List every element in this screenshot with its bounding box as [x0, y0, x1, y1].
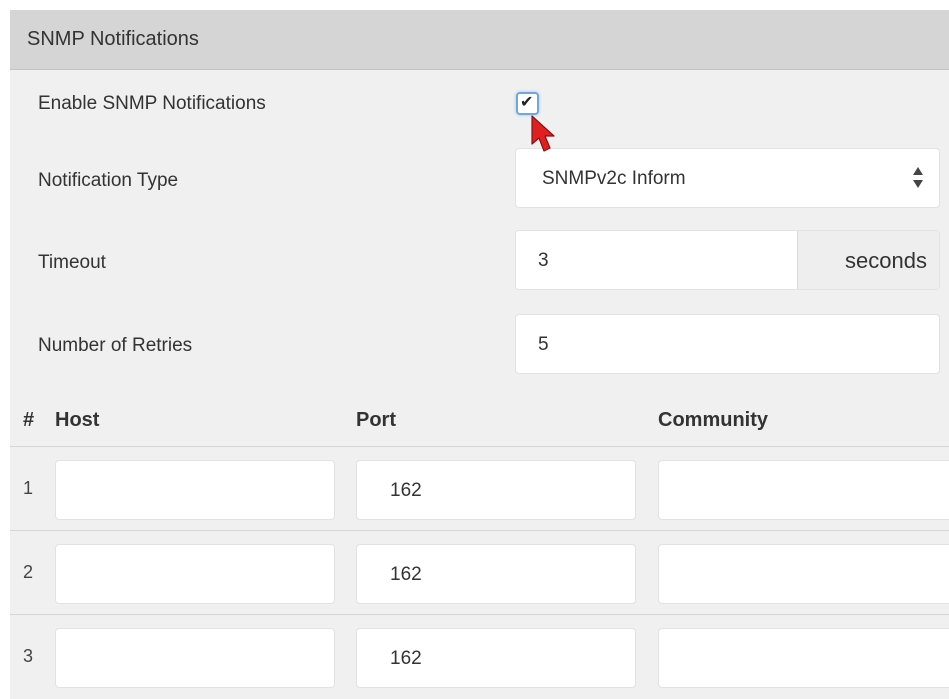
panel-header: SNMP Notifications — [10, 10, 949, 70]
host-input[interactable] — [55, 628, 335, 688]
port-input[interactable]: 162 — [356, 628, 636, 688]
community-input[interactable] — [658, 544, 949, 604]
port-input[interactable]: 162 — [356, 544, 636, 604]
community-input[interactable] — [658, 628, 949, 688]
retries-label: Number of Retries — [38, 335, 193, 356]
enable-snmp-checkbox[interactable]: ✔ — [516, 92, 539, 115]
column-header-community: Community — [658, 409, 768, 431]
retries-value: 5 — [538, 334, 549, 355]
column-header-host: Host — [55, 409, 100, 431]
community-input[interactable] — [658, 460, 949, 520]
timeout-unit-addon: seconds — [797, 231, 939, 289]
check-icon: ✔ — [520, 94, 534, 111]
retries-input[interactable]: 5 — [515, 314, 940, 374]
table-row: 3 162 — [10, 615, 949, 699]
timeout-value: 3 — [538, 250, 549, 271]
enable-snmp-label: Enable SNMP Notifications — [38, 93, 266, 114]
port-value: 162 — [390, 480, 422, 501]
table-row: 2 162 — [10, 531, 949, 615]
host-input[interactable] — [55, 460, 335, 520]
row-number: 1 — [23, 478, 34, 498]
port-value: 162 — [390, 564, 422, 585]
notification-type-label: Notification Type — [38, 170, 179, 191]
notification-type-select[interactable]: SNMPv2c Inform — [515, 148, 940, 208]
column-header-num: # — [23, 409, 35, 431]
row-number: 3 — [23, 646, 34, 666]
snmp-notifications-panel: SNMP Notifications Enable SNMP Notificat… — [10, 10, 949, 699]
timeout-label: Timeout — [38, 252, 106, 273]
notification-type-value: SNMPv2c Inform — [542, 168, 686, 189]
table-row: 1 162 — [10, 447, 949, 531]
panel-title: SNMP Notifications — [27, 28, 199, 50]
timeout-input-group: 3 seconds — [515, 230, 940, 290]
mouse-pointer-icon — [531, 115, 555, 152]
updown-arrows-icon — [913, 167, 923, 188]
column-header-port: Port — [356, 409, 396, 431]
row-number: 2 — [23, 562, 34, 582]
port-input[interactable]: 162 — [356, 460, 636, 520]
timeout-unit: seconds — [845, 248, 927, 273]
timeout-input[interactable]: 3 — [516, 231, 797, 289]
host-input[interactable] — [55, 544, 335, 604]
port-value: 162 — [390, 648, 422, 669]
